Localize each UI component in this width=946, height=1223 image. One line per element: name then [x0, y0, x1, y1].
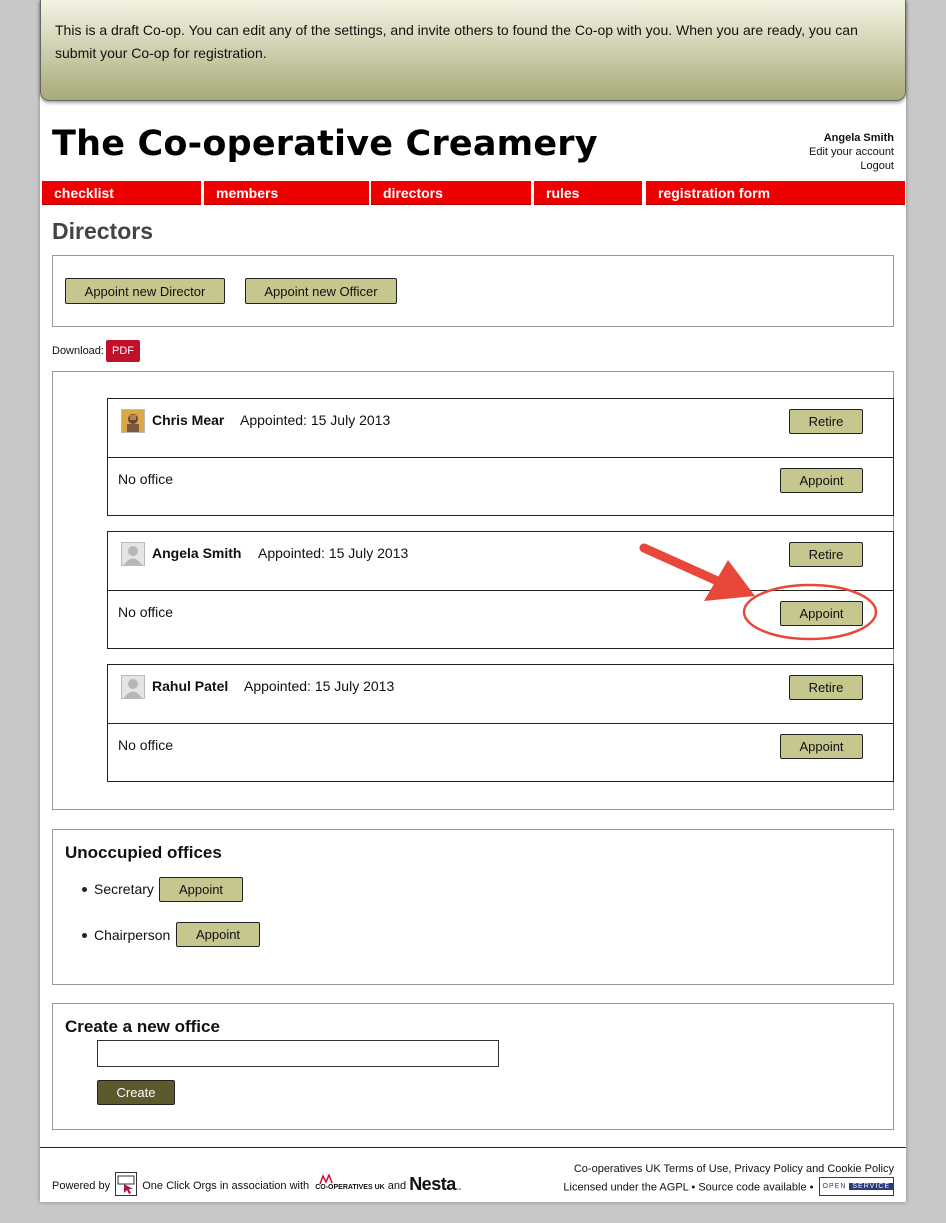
appointed-date: Appointed: 15 July 2013	[258, 545, 409, 561]
director-card: Rahul Patel Appointed: 15 July 2013 Reti…	[107, 664, 894, 782]
director-name: Angela Smith	[152, 545, 242, 561]
one-click-orgs-link[interactable]: One Click Orgs	[142, 1180, 217, 1192]
org-title: The Co-operative Creamery	[52, 124, 598, 164]
divider	[108, 590, 893, 591]
office-status: No office	[118, 604, 173, 620]
appoint-office-button[interactable]: Appoint	[780, 734, 863, 759]
open-service-badge-right: SERVICE	[849, 1183, 893, 1190]
create-office-button[interactable]: Create	[97, 1080, 175, 1105]
association-label: in association with	[219, 1179, 310, 1192]
user-menu: Angela Smith Edit your account Logout	[809, 131, 894, 173]
director-name: Rahul Patel	[152, 678, 229, 694]
powered-by-label: Powered by	[52, 1179, 111, 1192]
tab-members[interactable]: members	[204, 181, 369, 205]
nesta-logo-text: Nesta	[409, 1173, 456, 1194]
terms-line[interactable]: Co-operatives UK Terms of Use, Privacy P…	[563, 1161, 894, 1178]
page-title: Directors	[52, 218, 153, 244]
director-card: Angela Smith Appointed: 15 July 2013 Ret…	[107, 531, 894, 649]
tab-registration-form[interactable]: registration form	[646, 181, 905, 205]
main-nav: checklist members directors rules regist…	[42, 181, 905, 205]
unoccupied-offices-panel: Unoccupied offices Secretary Appoint Cha…	[52, 829, 894, 985]
create-office-panel: Create a new office Create	[52, 1003, 894, 1130]
footer-legal: Co-operatives UK Terms of Use, Privacy P…	[563, 1161, 894, 1197]
create-office-heading: Create a new office	[65, 1017, 220, 1036]
office-name-input[interactable]	[97, 1040, 499, 1067]
and-label: and	[387, 1179, 407, 1192]
tab-checklist[interactable]: checklist	[42, 181, 201, 205]
edit-account-link[interactable]: Edit your account	[809, 145, 894, 159]
appointed-date: Appointed: 15 July 2013	[244, 678, 395, 694]
office-name: Chairperson	[94, 927, 171, 943]
default-user-avatar	[121, 675, 145, 699]
appoint-office-button[interactable]: Appoint	[780, 468, 863, 493]
photo-avatar	[121, 409, 145, 433]
nesta-dots-icon: ..	[455, 1178, 462, 1193]
director-card: Chris Mear Appointed: 15 July 2013 Retir…	[107, 398, 894, 516]
divider	[108, 723, 893, 724]
logout-link[interactable]: Logout	[809, 159, 894, 173]
license-line: Licensed under the AGPL • Source code av…	[563, 1177, 894, 1197]
coops-uk-logo[interactable]: CO-OPERATIVES UK	[315, 1173, 385, 1191]
retire-button[interactable]: Retire	[789, 409, 863, 434]
footer-credits: Powered by One Click Orgs in association…	[52, 1172, 462, 1198]
appointed-date: Appointed: 15 July 2013	[240, 412, 391, 428]
retire-button[interactable]: Retire	[789, 675, 863, 700]
draft-notice-text: This is a draft Co-op. You can edit any …	[55, 22, 858, 61]
bullet	[82, 887, 87, 892]
appoint-secretary-button[interactable]: Appoint	[159, 877, 243, 902]
tab-rules[interactable]: rules	[534, 181, 642, 205]
retire-button[interactable]: Retire	[789, 542, 863, 567]
open-service-badge-left: OPEN	[822, 1183, 847, 1190]
director-name: Chris Mear	[152, 412, 225, 428]
appoint-new-officer-button[interactable]: Appoint new Officer	[245, 278, 397, 304]
draft-notice-banner: This is a draft Co-op. You can edit any …	[40, 0, 906, 101]
one-click-orgs-logo	[115, 1172, 138, 1196]
unoccupied-offices-heading: Unoccupied offices	[65, 843, 222, 862]
appoint-office-button[interactable]: Appoint	[780, 601, 863, 626]
office-status: No office	[118, 737, 173, 753]
appoint-actions-panel: Appoint new Director Appoint new Officer	[52, 255, 894, 327]
user-name: Angela Smith	[823, 132, 894, 144]
nesta-logo[interactable]: Nesta..	[409, 1173, 462, 1194]
footer: Powered by One Click Orgs in association…	[40, 1147, 906, 1203]
appoint-chairperson-button[interactable]: Appoint	[176, 922, 260, 947]
open-service-badge[interactable]: OPEN SERVICE	[818, 1177, 894, 1196]
directors-panel: Chris Mear Appointed: 15 July 2013 Retir…	[52, 371, 894, 810]
license-text[interactable]: Licensed under the AGPL • Source code av…	[563, 1181, 813, 1193]
page: This is a draft Co-op. You can edit any …	[40, 0, 906, 1202]
bullet	[82, 933, 87, 938]
office-status: No office	[118, 471, 173, 487]
default-user-avatar	[121, 542, 145, 566]
tab-directors[interactable]: directors	[371, 181, 531, 205]
download-label: Download:	[52, 345, 104, 357]
divider	[108, 457, 893, 458]
pdf-download-button[interactable]: PDF	[106, 340, 140, 362]
coops-uk-logo-text: CO-OPERATIVES UK	[315, 1183, 385, 1191]
office-name: Secretary	[94, 881, 154, 897]
appoint-new-director-button[interactable]: Appoint new Director	[65, 278, 225, 304]
